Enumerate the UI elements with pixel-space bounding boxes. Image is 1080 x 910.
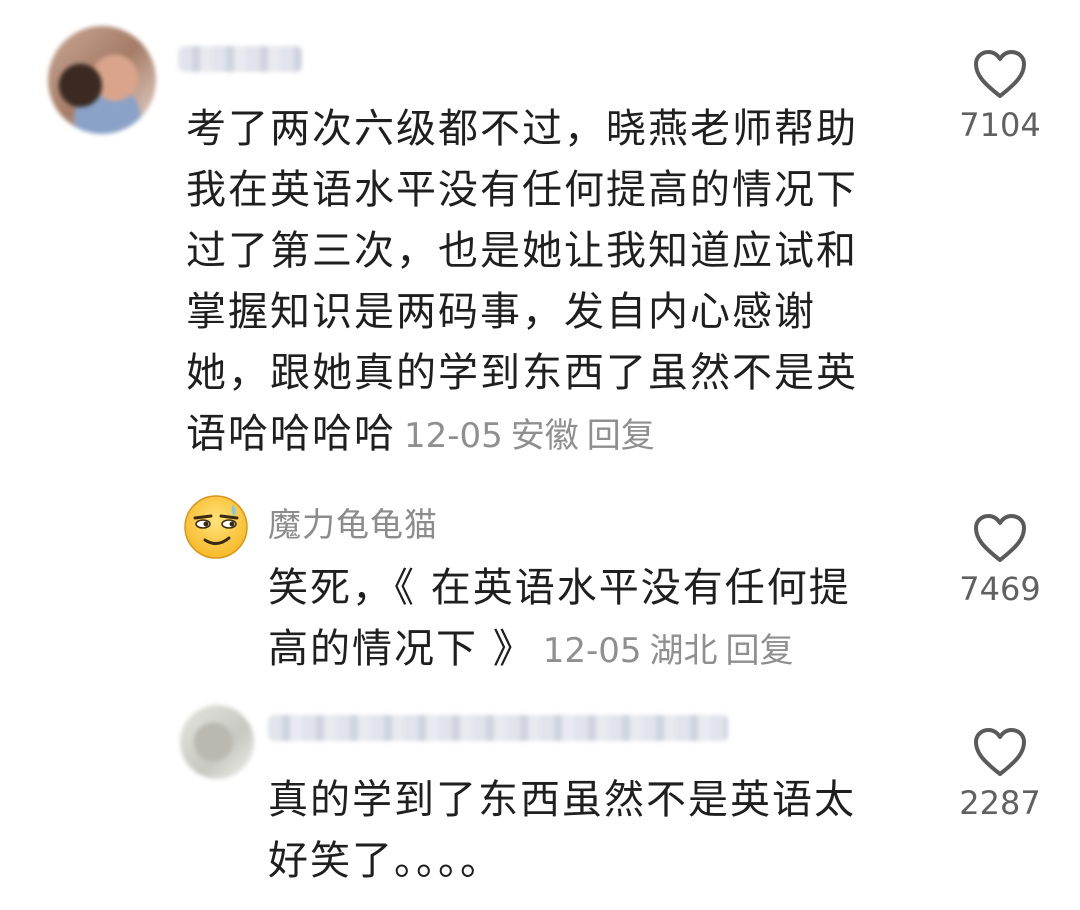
comment-line: 我在英语水平没有任何提高的情况下 (186, 167, 858, 213)
comment-location: 安徽 (510, 416, 579, 456)
comment-text: 笑死，《 在英语水平没有任何提 高的情况下 》 12-05 湖北 回复 (268, 558, 928, 682)
username[interactable]: 魔力龟龟猫 (268, 498, 438, 546)
comment-line: 她，跟她真的学到东西了虽然不是英 (186, 350, 858, 396)
comment-date: 12-05 (542, 631, 642, 671)
reply-button[interactable]: 回复 (587, 416, 655, 456)
comment-line: 过了第三次，也是她让我知道应试和 (186, 228, 858, 274)
comment-meta: 12-05 湖北 回复 (535, 631, 794, 671)
comment-line: 好笑了。。。。 (268, 838, 502, 884)
comment-text: 真的学到了东西虽然不是英语太 好笑了。。。。 (268, 770, 928, 892)
comment-meta: 12-05 安徽 回复 (396, 416, 655, 456)
comment-line: 笑死，《 在英语水平没有任何提 (268, 565, 851, 611)
like-count: 7104 (959, 106, 1041, 144)
comment-text: 考了两次六级都不过，晓燕老师帮助 我在英语水平没有任何提高的情况下 过了第三次，… (186, 99, 926, 467)
comment-line: 高的情况下 》 (268, 626, 535, 672)
like-count: 7469 (959, 570, 1041, 608)
comment-line-last: 高的情况下 》 12-05 湖北 回复 (268, 619, 928, 682)
avatar[interactable] (183, 494, 249, 560)
comment-line-last: 语哈哈哈哈 12-05 安徽 回复 (186, 404, 926, 467)
like-button[interactable]: 7104 (955, 48, 1045, 144)
smirk-emoji-icon (184, 495, 248, 559)
comment-line: 语哈哈哈哈 (186, 411, 396, 457)
comment-date: 12-05 (404, 416, 503, 456)
comment-location: 湖北 (649, 631, 718, 671)
avatar[interactable] (180, 705, 254, 779)
like-button[interactable]: 2287 (955, 726, 1045, 822)
comment-line: 考了两次六级都不过，晓燕老师帮助 (186, 106, 858, 152)
reply-button[interactable]: 回复 (726, 631, 794, 671)
comment-line: 掌握知识是两码事，发自内心感谢 (186, 289, 816, 335)
heart-outline-icon (974, 514, 1026, 562)
like-button[interactable]: 7469 (955, 512, 1045, 608)
username-blurred[interactable] (178, 46, 302, 72)
comment-line: 真的学到了东西虽然不是英语太 (268, 777, 856, 823)
heart-outline-icon (974, 728, 1026, 776)
heart-outline-icon (974, 50, 1026, 98)
username-blurred[interactable] (268, 715, 728, 741)
like-count: 2287 (959, 784, 1041, 822)
avatar[interactable] (48, 26, 156, 134)
